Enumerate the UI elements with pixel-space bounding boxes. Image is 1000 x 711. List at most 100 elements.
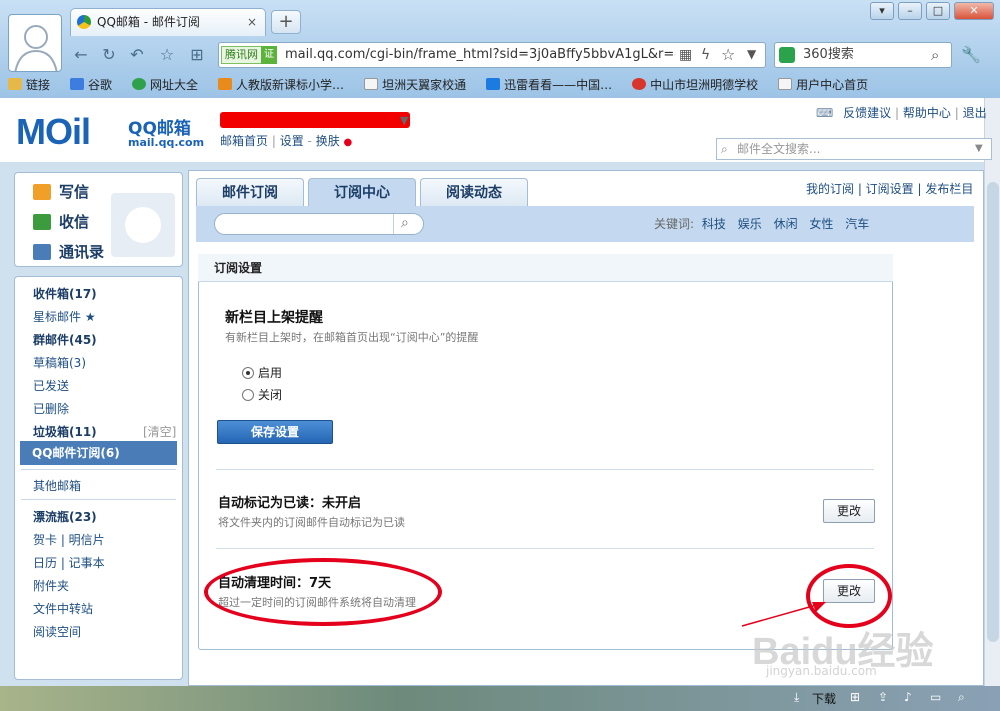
user-avatar[interactable] [8,14,62,72]
lightning-icon[interactable]: ϟ [701,47,710,63]
logout-link[interactable]: 退出 [963,106,987,120]
tab-subscription-center[interactable]: 订阅中心 [308,178,416,206]
url-text[interactable]: mail.qq.com/cgi-bin/frame_html?sid=3j0aB… [285,43,675,67]
upload-icon[interactable]: ⇪ [878,690,888,704]
bookmark-star-icon[interactable]: ☆ [721,45,735,64]
bookmark-item[interactable]: 迅雷看看——中国… [486,76,612,93]
folder-group[interactable]: 群邮件(45) [33,331,97,348]
download-label[interactable]: 下载 [812,690,836,707]
new-dot-icon: ● [343,137,353,148]
apps-grid-icon[interactable]: ⊞ [186,44,208,66]
folder-drafts[interactable]: 草稿箱(3) [33,354,86,371]
folder-starred[interactable]: 星标邮件 ★ [33,308,96,325]
tab-reading-activity[interactable]: 阅读动态 [420,178,528,206]
receive-button[interactable]: 收信 [33,211,89,232]
baidu-watermark-url: jingyan.baidu.com [766,664,877,678]
bookmark-item[interactable]: 中山市坦洲明德学校 [632,76,758,93]
bookmark-item[interactable]: 人教版新课标小学… [218,76,344,93]
keyboard-icon[interactable]: ⌨ [816,106,833,120]
attachments-link[interactable]: 附件夹 [33,577,69,594]
zoom-icon[interactable]: ⌕ [958,690,965,705]
search-icon[interactable]: ⌕ [401,215,409,231]
keyword-leisure[interactable]: 休闲 [774,217,798,231]
keyword-tech[interactable]: 科技 [702,217,726,231]
bookmark-item[interactable]: 用户中心首页 [778,76,868,93]
mail-search-input[interactable]: ⌕ 邮件全文搜索... ▼ [716,138,992,160]
keyword-list: 关键词: 科技 娱乐 休闲 女性 汽车 [654,217,870,231]
search-icon[interactable]: ⌕ [931,43,939,67]
dropdown-icon[interactable]: ▼ [747,47,756,61]
favorite-star-icon[interactable]: ☆ [156,44,178,66]
qqmail-logo[interactable]: MOil QQ邮箱 mail.qq.com [16,112,216,152]
google-icon [70,78,85,90]
calendar-notes-links[interactable]: 日历 | 记事本 [33,554,105,571]
wrench-icon[interactable]: 🔧 [960,44,982,66]
clear-spam-link[interactable]: [清空] [143,423,176,440]
address-bar[interactable]: 腾讯网 证 mail.qq.com/cgi-bin/frame_html?sid… [218,42,766,68]
thunder-icon [486,78,501,90]
skin-icon[interactable]: ▾ [870,2,894,20]
radio-enable[interactable]: 启用 [242,364,282,381]
folder-qq-subscription[interactable]: QQ邮件订阅(6) [20,441,177,465]
engine-search-box[interactable]: 360搜索 ⌕ [774,42,952,68]
folder-sent[interactable]: 已发送 [33,377,69,394]
compose-button[interactable]: 写信 [33,181,89,202]
qr-icon[interactable]: ▦ [679,47,692,63]
volume-icon[interactable]: ♪ [904,690,912,704]
folder-deleted[interactable]: 已删除 [33,400,69,417]
window-icon[interactable]: ▭ [930,690,941,704]
bookmark-item[interactable]: 链接 [8,76,50,93]
skin-link[interactable]: 换肤 [316,134,340,148]
settings-panel-title: 订阅设置 [198,254,893,282]
folder-spam[interactable]: 垃圾箱(11) [33,423,97,440]
new-column-title: 新栏目上架提醒 [225,310,323,326]
folder-inbox[interactable]: 收件箱(17) [33,285,97,302]
help-link[interactable]: 帮助中心 [903,106,951,120]
save-settings-button[interactable]: 保存设置 [217,420,333,444]
tab-mail-subscription[interactable]: 邮件订阅 [196,178,304,206]
close-tab-icon[interactable]: × [247,9,257,35]
new-tab-button[interactable]: + [271,10,301,34]
keyword-auto[interactable]: 汽车 [845,217,869,231]
new-window-icon[interactable]: ⊞ [850,690,860,704]
subscription-search-input[interactable]: ⌕ [214,213,424,235]
site-badge: 腾讯网 [221,46,262,64]
stamp-decoration-icon [111,193,175,257]
radio-checked-icon[interactable] [242,366,254,379]
folder-icon [8,78,22,90]
change-auto-read-button[interactable]: 更改 [823,499,875,523]
divider [21,469,176,470]
contacts-button[interactable]: 通讯录 [33,241,104,262]
scrollbar-thumb[interactable] [987,182,999,642]
refresh-icon[interactable]: ↻ [98,44,120,66]
window-close-icon[interactable]: ✕ [954,2,994,20]
file-transfer-link[interactable]: 文件中转站 [33,600,93,617]
back-icon[interactable]: ← [70,44,92,66]
minimize-icon[interactable]: – [898,2,922,20]
dropdown-icon[interactable]: ▼ [975,139,983,159]
folder-drift-bottle[interactable]: 漂流瓶(23) [33,508,97,525]
settings-link[interactable]: 设置 [280,134,304,148]
radio-disable[interactable]: 关闭 [242,386,282,403]
subscription-links[interactable]: 我的订阅 | 订阅设置 | 发布栏目 [806,180,973,197]
download-icon[interactable]: ⤓ [794,690,799,705]
undo-icon[interactable]: ↶ [126,44,148,66]
reading-space-link[interactable]: 阅读空间 [33,623,81,640]
radio-unchecked-icon[interactable] [242,388,254,401]
feedback-link[interactable]: 反馈建议 [843,106,891,120]
bookmark-item[interactable]: 网址大全 [132,76,198,93]
maximize-icon[interactable]: □ [926,2,950,20]
bookmark-item[interactable]: 坦洲天翼家校通 [364,76,466,93]
home-link[interactable]: 邮箱首页 [220,134,268,148]
divider [216,469,874,470]
account-dropdown-icon[interactable]: ▼ [400,114,408,127]
divider [216,548,874,549]
keyword-women[interactable]: 女性 [809,217,833,231]
card-postcard-links[interactable]: 贺卡 | 明信片 [33,531,105,548]
browser-tab[interactable]: QQ邮箱 - 邮件订阅 × [70,8,266,36]
mail-search-placeholder: 邮件全文搜索... [737,142,821,156]
folder-other[interactable]: 其他邮箱 [33,477,81,494]
keyword-entertainment[interactable]: 娱乐 [738,217,762,231]
bookmark-item[interactable]: 谷歌 [70,76,112,93]
page-scrollbar[interactable] [984,98,1000,686]
